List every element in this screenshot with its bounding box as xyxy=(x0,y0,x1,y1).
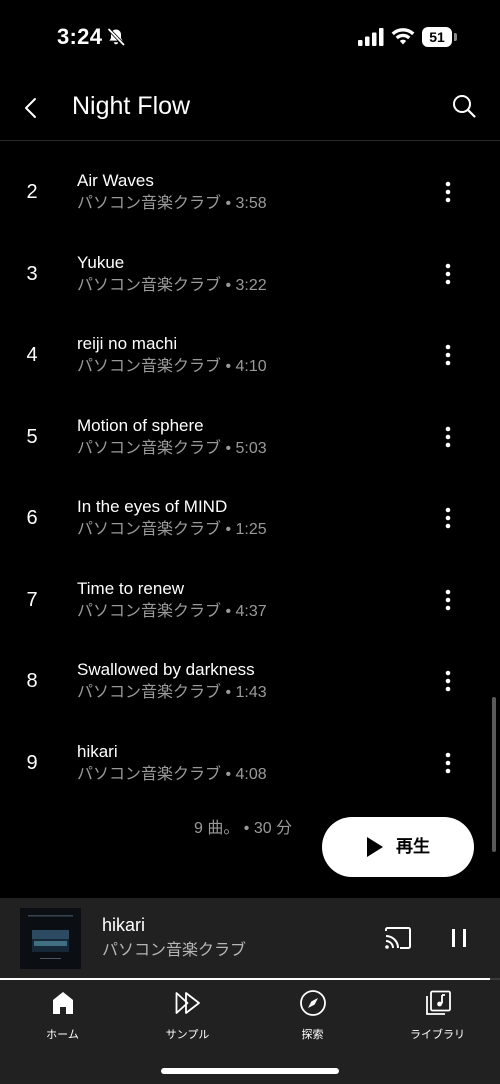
track-number: 3 xyxy=(26,262,38,285)
nav-item-home[interactable]: ホーム xyxy=(0,988,125,1044)
nav-label: ライブラリ xyxy=(410,1029,465,1041)
track-row[interactable]: 5 Motion of sphere パソコン音楽クラブ • 5:03 xyxy=(0,395,500,475)
track-subtitle: パソコン音楽クラブ • 1:43 xyxy=(77,684,267,701)
more-vert-icon[interactable] xyxy=(432,339,464,371)
samples-icon xyxy=(175,992,200,1014)
page-title: Night Flow xyxy=(72,92,191,120)
track-number: 8 xyxy=(26,670,38,692)
status-time: 3:24 xyxy=(57,24,103,49)
search-icon[interactable] xyxy=(446,88,482,124)
track-title: Swallowed by darkness xyxy=(77,660,255,679)
more-vert-icon[interactable] xyxy=(432,421,464,453)
more-vert-icon[interactable] xyxy=(432,665,464,697)
nav-label: 探索 xyxy=(301,1029,324,1041)
track-row[interactable]: 8 Swallowed by darkness パソコン音楽クラブ • 1:43 xyxy=(0,639,500,719)
track-subtitle: パソコン音楽クラブ • 3:58 xyxy=(77,195,267,212)
track-row[interactable]: 3 Yukue パソコン音楽クラブ • 3:22 xyxy=(0,232,500,312)
more-vert-icon[interactable] xyxy=(432,502,464,534)
play-button[interactable]: 再生 xyxy=(322,817,474,877)
track-number: 6 xyxy=(26,507,38,529)
more-vert-icon[interactable] xyxy=(432,747,464,779)
now-playing-title: hikari xyxy=(102,915,146,935)
track-subtitle: パソコン音楽クラブ • 3:22 xyxy=(77,276,267,294)
track-title: Time to renew xyxy=(77,578,185,598)
track-row[interactable]: 7 Time to renew パソコン音楽クラブ • 4:37 xyxy=(0,558,500,638)
play-icon xyxy=(367,837,383,857)
home-indicator[interactable] xyxy=(161,1068,339,1074)
track-number: 5 xyxy=(26,425,38,448)
track-title: hikari xyxy=(77,741,118,761)
track-number: 9 xyxy=(26,751,38,774)
cast-icon[interactable] xyxy=(382,924,414,952)
pause-icon[interactable] xyxy=(444,924,474,952)
nav-item-samples[interactable]: サンプル xyxy=(125,988,250,1044)
track-subtitle: パソコン音楽クラブ • 4:10 xyxy=(77,358,267,375)
more-vert-icon[interactable] xyxy=(432,176,464,208)
track-title: In the eyes of MIND xyxy=(77,497,228,516)
wifi-icon xyxy=(391,28,415,45)
track-row[interactable]: 9 hikari パソコン音楽クラブ • 4:08 xyxy=(0,721,500,801)
track-number: 7 xyxy=(26,588,38,611)
library-icon xyxy=(425,990,451,1015)
track-subtitle: パソコン音楽クラブ • 5:03 xyxy=(77,439,267,457)
track-number: 4 xyxy=(26,344,38,366)
home-icon xyxy=(52,992,73,1014)
track-subtitle: パソコン音楽クラブ • 4:37 xyxy=(77,602,267,620)
track-title: Air Waves xyxy=(77,171,154,190)
track-title: reiji no machi xyxy=(77,334,178,353)
track-title: Yukue xyxy=(77,252,125,272)
album-summary: 9 曲。 • 30 分 xyxy=(194,820,293,837)
chevron-left-icon[interactable] xyxy=(14,90,50,126)
cellular-signal-icon xyxy=(358,28,384,46)
track-row[interactable]: 4 reiji no machi パソコン音楽クラブ • 4:10 xyxy=(0,313,500,393)
nav-item-explore[interactable]: 探索 xyxy=(250,988,375,1044)
track-row[interactable]: 6 In the eyes of MIND パソコン音楽クラブ • 1:25 xyxy=(0,476,500,556)
more-vert-icon[interactable] xyxy=(432,258,464,290)
scrollbar[interactable] xyxy=(492,697,496,852)
more-vert-icon[interactable] xyxy=(432,584,464,616)
battery-icon: 51 xyxy=(422,27,458,47)
track-subtitle: パソコン音楽クラブ • 4:08 xyxy=(77,765,267,783)
track-subtitle: パソコン音楽クラブ • 1:25 xyxy=(77,521,267,538)
nav-label: ホーム xyxy=(46,1029,79,1041)
track-title: Motion of sphere xyxy=(77,415,204,435)
bell-slash-icon xyxy=(107,28,125,46)
battery-level: 51 xyxy=(429,29,445,45)
play-button-label: 再生 xyxy=(396,837,430,856)
now-playing-artist: パソコン音楽クラブ xyxy=(102,942,247,959)
status-bar: 3:24 51 xyxy=(0,0,500,76)
track-row[interactable]: 2 Air Waves パソコン音楽クラブ • 3:58 xyxy=(0,150,500,230)
nav-item-library[interactable]: ライブラリ xyxy=(375,988,500,1044)
page-header: Night Flow xyxy=(0,76,500,141)
mini-player[interactable]: hikari パソコン音楽クラブ xyxy=(0,898,500,978)
track-number: 2 xyxy=(26,181,38,203)
nav-label: サンプル xyxy=(165,1029,210,1041)
album-art xyxy=(20,908,81,969)
compass-icon xyxy=(299,990,326,1016)
